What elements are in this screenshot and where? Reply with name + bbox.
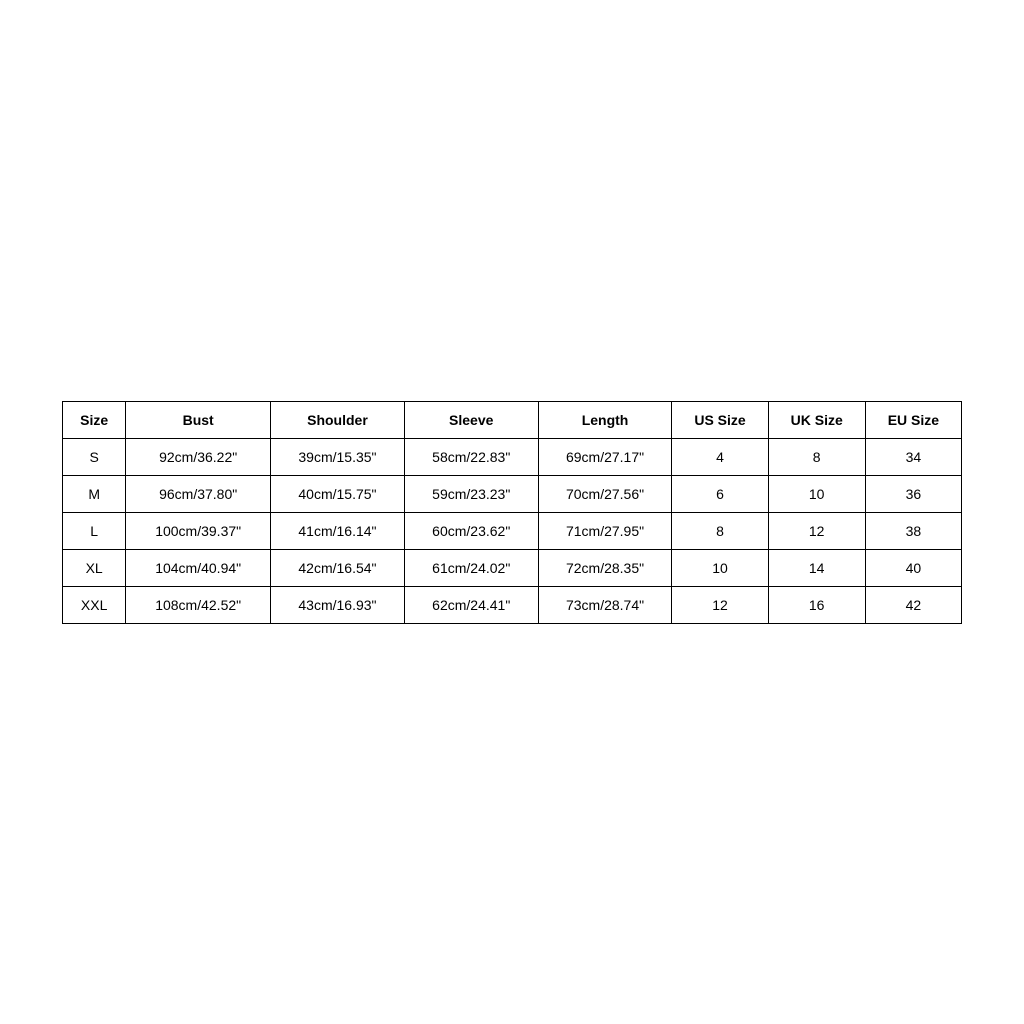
cell-shoulder: 41cm/16.14": [271, 512, 405, 549]
cell-us_size: 6: [672, 475, 768, 512]
cell-eu_size: 40: [865, 549, 961, 586]
cell-uk_size: 8: [768, 438, 865, 475]
cell-shoulder: 43cm/16.93": [271, 586, 405, 623]
cell-us_size: 4: [672, 438, 768, 475]
cell-uk_size: 10: [768, 475, 865, 512]
cell-uk_size: 16: [768, 586, 865, 623]
cell-shoulder: 40cm/15.75": [271, 475, 405, 512]
header-length: Length: [538, 401, 672, 438]
cell-bust: 108cm/42.52": [126, 586, 271, 623]
cell-bust: 104cm/40.94": [126, 549, 271, 586]
table-row: L100cm/39.37"41cm/16.14"60cm/23.62"71cm/…: [63, 512, 962, 549]
cell-eu_size: 38: [865, 512, 961, 549]
header-sleeve: Sleeve: [404, 401, 538, 438]
cell-bust: 92cm/36.22": [126, 438, 271, 475]
cell-length: 73cm/28.74": [538, 586, 672, 623]
cell-uk_size: 14: [768, 549, 865, 586]
cell-sleeve: 62cm/24.41": [404, 586, 538, 623]
cell-eu_size: 42: [865, 586, 961, 623]
cell-size: XXL: [63, 586, 126, 623]
table-row: S92cm/36.22"39cm/15.35"58cm/22.83"69cm/2…: [63, 438, 962, 475]
size-chart-container: Size Bust Shoulder Sleeve Length US Size…: [62, 401, 962, 624]
cell-us_size: 10: [672, 549, 768, 586]
size-chart-table: Size Bust Shoulder Sleeve Length US Size…: [62, 401, 962, 624]
cell-shoulder: 39cm/15.35": [271, 438, 405, 475]
cell-length: 72cm/28.35": [538, 549, 672, 586]
cell-size: S: [63, 438, 126, 475]
cell-sleeve: 60cm/23.62": [404, 512, 538, 549]
header-shoulder: Shoulder: [271, 401, 405, 438]
cell-sleeve: 59cm/23.23": [404, 475, 538, 512]
cell-size: XL: [63, 549, 126, 586]
cell-shoulder: 42cm/16.54": [271, 549, 405, 586]
cell-us_size: 12: [672, 586, 768, 623]
table-row: XXL108cm/42.52"43cm/16.93"62cm/24.41"73c…: [63, 586, 962, 623]
cell-sleeve: 58cm/22.83": [404, 438, 538, 475]
header-bust: Bust: [126, 401, 271, 438]
header-us-size: US Size: [672, 401, 768, 438]
table-row: XL104cm/40.94"42cm/16.54"61cm/24.02"72cm…: [63, 549, 962, 586]
header-size: Size: [63, 401, 126, 438]
cell-sleeve: 61cm/24.02": [404, 549, 538, 586]
cell-us_size: 8: [672, 512, 768, 549]
cell-bust: 96cm/37.80": [126, 475, 271, 512]
cell-length: 70cm/27.56": [538, 475, 672, 512]
cell-size: L: [63, 512, 126, 549]
cell-bust: 100cm/39.37": [126, 512, 271, 549]
cell-eu_size: 36: [865, 475, 961, 512]
table-row: M96cm/37.80"40cm/15.75"59cm/23.23"70cm/2…: [63, 475, 962, 512]
cell-length: 71cm/27.95": [538, 512, 672, 549]
cell-eu_size: 34: [865, 438, 961, 475]
header-uk-size: UK Size: [768, 401, 865, 438]
cell-length: 69cm/27.17": [538, 438, 672, 475]
table-header-row: Size Bust Shoulder Sleeve Length US Size…: [63, 401, 962, 438]
cell-uk_size: 12: [768, 512, 865, 549]
header-eu-size: EU Size: [865, 401, 961, 438]
cell-size: M: [63, 475, 126, 512]
